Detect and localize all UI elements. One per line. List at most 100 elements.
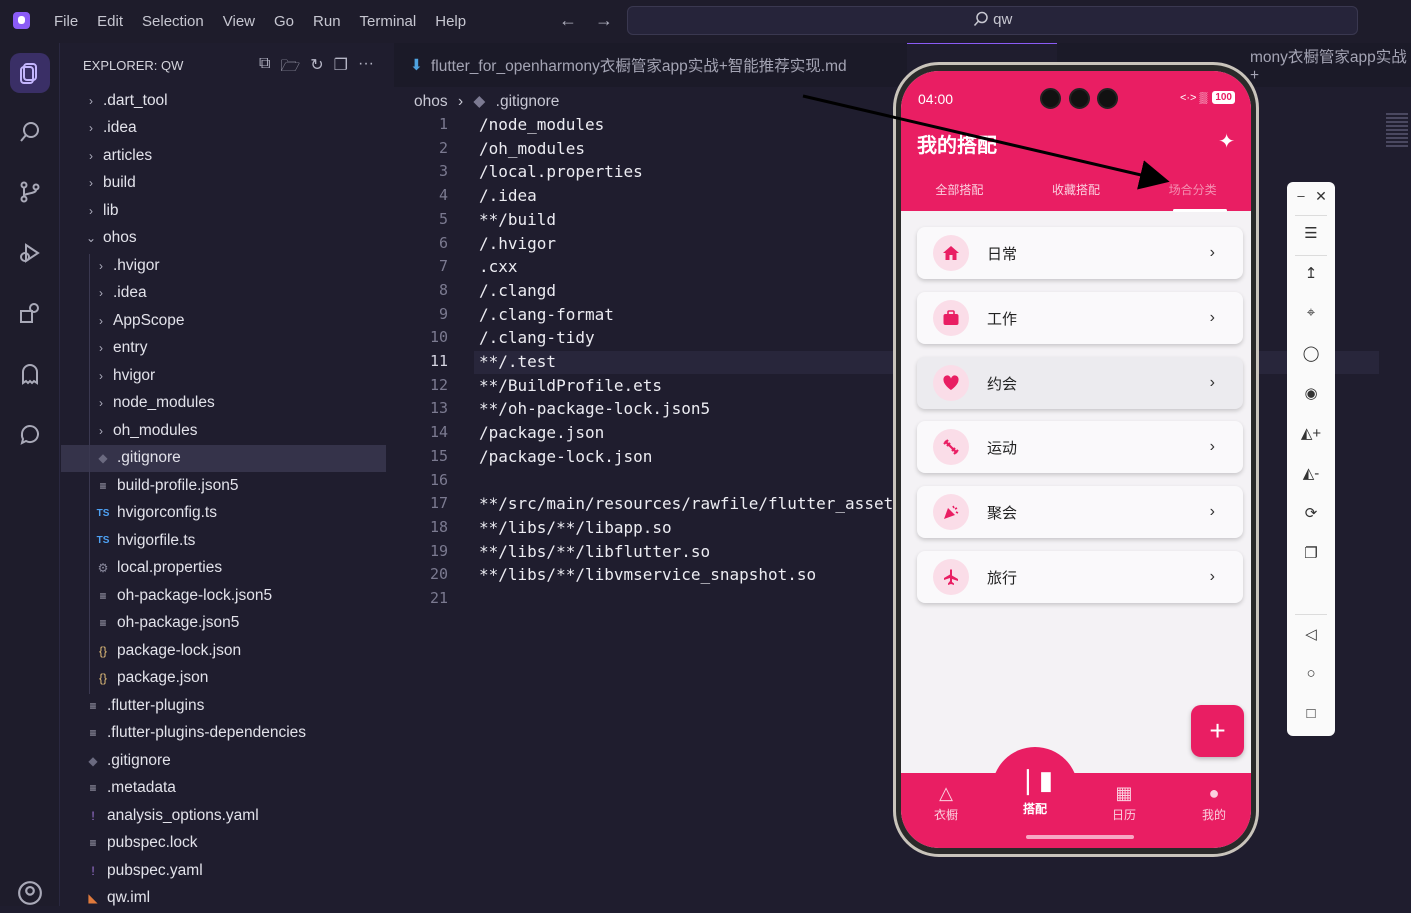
breadcrumb-folder[interactable]: ohos xyxy=(414,93,448,110)
tree-file[interactable]: ≡ oh-package.json5 xyxy=(61,610,386,637)
phone-emulator: 04:00 <·> ▒ 100 我的搭配 ✦ 全部搭配 收藏搭配 场合分类 日常… xyxy=(893,62,1259,857)
tree-folder[interactable]: › AppScope xyxy=(61,307,386,334)
line-number: 4 xyxy=(438,186,448,205)
code-line: /oh_modules xyxy=(479,138,585,158)
tree-folder[interactable]: › entry xyxy=(61,335,386,362)
tree-file[interactable]: ≡ .flutter-plugins-dependencies xyxy=(61,720,386,747)
menu-edit[interactable]: Edit xyxy=(97,13,123,30)
tree-file[interactable]: TS hvigorfile.ts xyxy=(61,527,386,554)
add-outfit-button[interactable]: + xyxy=(1191,705,1244,757)
tree-file[interactable]: ≡ oh-package-lock.json5 xyxy=(61,582,386,609)
tree-item-label: qw.iml xyxy=(107,889,151,906)
new-file-icon[interactable]: ⧉ xyxy=(259,55,270,82)
tree-folder[interactable]: ⌄ ohos xyxy=(61,225,386,252)
tree-item-label: .hvigor xyxy=(113,256,160,274)
sparkle-icon[interactable]: ✦ xyxy=(1218,129,1235,154)
category-label: 运动 xyxy=(987,439,1018,457)
tree-file[interactable]: ≡ pubspec.lock xyxy=(61,830,386,857)
back-arrow-icon[interactable]: ← xyxy=(559,10,577,31)
category-date[interactable]: 约会 › xyxy=(917,357,1243,409)
tree-folder[interactable]: › .idea xyxy=(61,115,386,142)
tab-favorite-outfits[interactable]: 收藏搭配 xyxy=(1018,181,1135,205)
tree-file[interactable]: ⚙ local.properties xyxy=(61,555,386,582)
rotate-icon[interactable]: ◯ xyxy=(1287,344,1335,364)
tree-folder[interactable]: › node_modules xyxy=(61,390,386,417)
tree-file[interactable]: ◆ .gitignore xyxy=(61,444,386,472)
run-debug-icon[interactable] xyxy=(10,233,50,273)
tree-file[interactable]: ≡ build-profile.json5 xyxy=(61,472,386,499)
assistant-icon[interactable] xyxy=(10,414,50,454)
category-work[interactable]: 工作 › xyxy=(917,292,1243,344)
menu-go[interactable]: Go xyxy=(274,13,294,30)
category-label: 日常 xyxy=(987,245,1018,263)
source-control-icon[interactable] xyxy=(10,172,50,212)
ghost-icon[interactable] xyxy=(10,354,50,394)
tab-markdown-file-2[interactable]: mony衣橱管家app实战+ xyxy=(1234,43,1411,87)
tree-folder[interactable]: › .idea xyxy=(61,280,386,307)
code-line: **/.test xyxy=(479,352,557,371)
tree-file[interactable]: {} package-lock.json xyxy=(61,637,386,664)
nav-outfits[interactable]: ❘▮ 搭配 xyxy=(1005,765,1065,817)
tree-folder[interactable]: › oh_modules xyxy=(61,417,386,444)
tree-file[interactable]: {} package.json xyxy=(61,665,386,692)
tree-folder[interactable]: › build xyxy=(61,170,386,197)
back-icon[interactable]: ◁ xyxy=(1287,625,1335,645)
screenshot-icon[interactable]: ◉ xyxy=(1287,384,1335,404)
tree-file[interactable]: ! pubspec.yaml xyxy=(61,857,386,884)
nav-profile[interactable]: ● 我的 xyxy=(1184,783,1244,823)
explorer-toolbar: ⧉ 🗁 ↻ ❐ ··· xyxy=(259,55,374,82)
tree-folder[interactable]: › .dart_tool xyxy=(61,87,386,114)
command-center-search[interactable]: qw xyxy=(627,6,1358,35)
nav-calendar[interactable]: ▦ 日历 xyxy=(1094,783,1154,823)
search-icon[interactable] xyxy=(10,112,50,152)
breadcrumb-file[interactable]: .gitignore xyxy=(496,93,560,110)
tab-markdown-file[interactable]: ⬇ flutter_for_openharmony衣橱管家app实战+智能推荐实… xyxy=(394,43,906,87)
collapse-all-icon[interactable]: ❐ xyxy=(334,55,348,82)
menu-selection[interactable]: Selection xyxy=(142,13,204,30)
recents-icon[interactable]: □ xyxy=(1287,705,1335,725)
pin-top-icon[interactable]: ↥ xyxy=(1287,264,1335,284)
tree-folder[interactable]: › lib xyxy=(61,197,386,224)
nav-wardrobe[interactable]: △ 衣橱 xyxy=(916,783,976,823)
menu-file[interactable]: File xyxy=(54,13,78,30)
minimap[interactable] xyxy=(1386,113,1408,153)
more-actions-icon[interactable]: ··· xyxy=(358,55,374,82)
multi-window-icon[interactable]: ❐ xyxy=(1287,544,1335,564)
tree-file[interactable]: ! analysis_options.yaml xyxy=(61,802,386,829)
forward-arrow-icon[interactable]: → xyxy=(595,10,613,31)
tab-occasion-category[interactable]: 场合分类 xyxy=(1134,181,1251,205)
tree-folder[interactable]: › articles xyxy=(61,142,386,169)
home-icon[interactable]: ○ xyxy=(1287,665,1335,685)
close-icon[interactable]: ✕ xyxy=(1309,188,1333,208)
tree-file[interactable]: TS hvigorconfig.ts xyxy=(61,500,386,527)
tree-folder[interactable]: › hvigor xyxy=(61,362,386,389)
menu-help[interactable]: Help xyxy=(435,13,466,30)
category-travel[interactable]: 旅行 › xyxy=(917,551,1243,603)
category-sports[interactable]: 运动 › xyxy=(917,421,1243,473)
refresh-icon[interactable]: ↻ xyxy=(310,55,323,82)
extensions-icon[interactable] xyxy=(10,293,50,333)
tree-item-label: .gitignore xyxy=(107,751,171,769)
menu-run[interactable]: Run xyxy=(313,13,341,30)
category-daily[interactable]: 日常 › xyxy=(917,227,1243,279)
volume-down-icon[interactable]: ◭- xyxy=(1287,464,1335,484)
git-file-icon: ◆ xyxy=(473,93,486,110)
explorer-icon[interactable] xyxy=(10,53,50,93)
tree-file[interactable]: ◆ .gitignore xyxy=(61,747,386,774)
rotate-device-icon[interactable]: ⟳ xyxy=(1287,504,1335,524)
tree-file[interactable]: ≡ .flutter-plugins xyxy=(61,692,386,719)
menu-terminal[interactable]: Terminal xyxy=(360,13,417,30)
tree-file[interactable]: ≡ .metadata xyxy=(61,775,386,802)
menu-view[interactable]: View xyxy=(223,13,255,30)
tab-all-outfits[interactable]: 全部搭配 xyxy=(901,181,1018,205)
chevron-down-icon: ⌄ xyxy=(85,231,97,245)
menu-icon[interactable]: ☰ xyxy=(1287,224,1335,244)
category-party[interactable]: 聚会 › xyxy=(917,486,1243,538)
text-file-icon: ≡ xyxy=(89,698,97,713)
account-icon[interactable] xyxy=(10,873,50,913)
volume-up-icon[interactable]: ◭+ xyxy=(1287,424,1335,444)
crop-icon[interactable]: ⌖ xyxy=(1287,304,1335,324)
tree-folder[interactable]: › .hvigor xyxy=(61,252,386,279)
tree-file[interactable]: ◣ qw.iml xyxy=(61,885,386,912)
new-folder-icon[interactable]: 🗁 xyxy=(280,55,300,82)
